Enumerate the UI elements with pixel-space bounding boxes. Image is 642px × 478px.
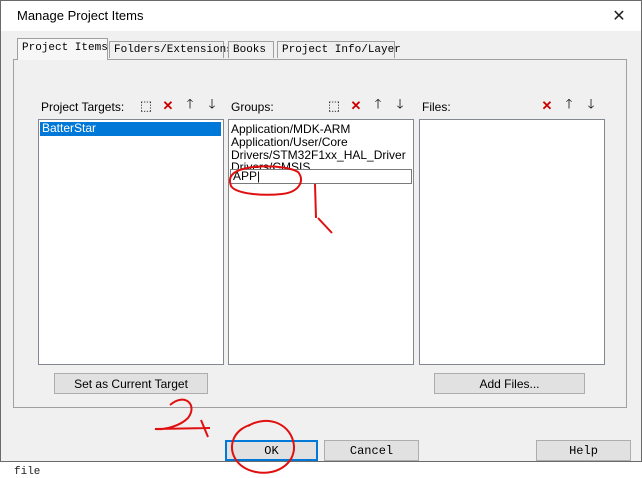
- list-item-target[interactable]: BatterStar: [40, 122, 221, 136]
- group-name-input[interactable]: APP|: [230, 169, 412, 184]
- move-file-up-button[interactable]: 🡑: [559, 96, 579, 115]
- new-target-button[interactable]: ⬚: [136, 97, 156, 115]
- new-item-icon: ⬚: [139, 98, 153, 113]
- delete-group-button[interactable]: ✕: [346, 97, 366, 115]
- arrow-up-icon: 🡑: [565, 96, 573, 111]
- project-targets-label: Project Targets:: [41, 100, 125, 114]
- project-targets-header: Project Targets: ⬚ ✕ 🡑 🡓: [38, 95, 224, 117]
- bg-text-fragment: file: [14, 466, 41, 478]
- files-list[interactable]: [419, 119, 605, 365]
- arrow-down-icon: 🡓: [208, 96, 216, 111]
- arrow-up-icon: 🡑: [186, 96, 194, 111]
- tab-project-items[interactable]: Project Items: [17, 38, 108, 60]
- title-bar[interactable]: Manage Project Items ✕: [1, 1, 641, 31]
- move-file-down-button[interactable]: 🡓: [581, 96, 601, 115]
- groups-label: Groups:: [231, 100, 274, 114]
- delete-file-button[interactable]: ✕: [537, 97, 557, 115]
- delete-icon: ✕: [162, 98, 174, 113]
- group-name-value: APP: [233, 169, 258, 183]
- set-as-current-target-button[interactable]: Set as Current Target: [54, 373, 208, 394]
- add-files-button[interactable]: Add Files...: [434, 373, 585, 394]
- arrow-down-icon: 🡓: [587, 96, 595, 111]
- ok-button[interactable]: OK: [225, 440, 318, 461]
- new-item-icon: ⬚: [327, 98, 341, 113]
- project-targets-list[interactable]: BatterStar: [38, 119, 224, 365]
- arrow-down-icon: 🡓: [396, 96, 404, 111]
- cancel-button[interactable]: Cancel: [324, 440, 419, 461]
- close-button[interactable]: ✕: [607, 5, 631, 27]
- tab-books[interactable]: Books: [228, 41, 274, 58]
- move-target-up-button[interactable]: 🡑: [180, 96, 200, 115]
- new-group-button[interactable]: ⬚: [324, 97, 344, 115]
- delete-target-button[interactable]: ✕: [158, 97, 178, 115]
- groups-list[interactable]: Application/MDK-ARM Application/User/Cor…: [228, 119, 414, 365]
- tab-project-info-layer[interactable]: Project Info/Layer: [277, 41, 401, 58]
- delete-icon: ✕: [350, 98, 362, 113]
- groups-header: Groups: ⬚ ✕ 🡑 🡓: [228, 95, 414, 117]
- manage-project-items-dialog: Manage Project Items ✕ Project Items Fol…: [0, 0, 642, 462]
- close-icon: ✕: [612, 8, 626, 25]
- move-group-down-button[interactable]: 🡓: [390, 96, 410, 115]
- move-group-up-button[interactable]: 🡑: [368, 96, 388, 115]
- files-label: Files:: [422, 100, 451, 114]
- tab-folders-extensions[interactable]: Folders/Extensions: [109, 41, 233, 58]
- help-button[interactable]: Help: [536, 440, 631, 461]
- text-cursor: |: [257, 169, 261, 183]
- files-header: Files: ✕ 🡑 🡓: [419, 95, 605, 117]
- dialog-title: Manage Project Items: [17, 8, 144, 23]
- move-target-down-button[interactable]: 🡓: [202, 96, 222, 115]
- delete-icon: ✕: [541, 98, 553, 113]
- arrow-up-icon: 🡑: [374, 96, 382, 111]
